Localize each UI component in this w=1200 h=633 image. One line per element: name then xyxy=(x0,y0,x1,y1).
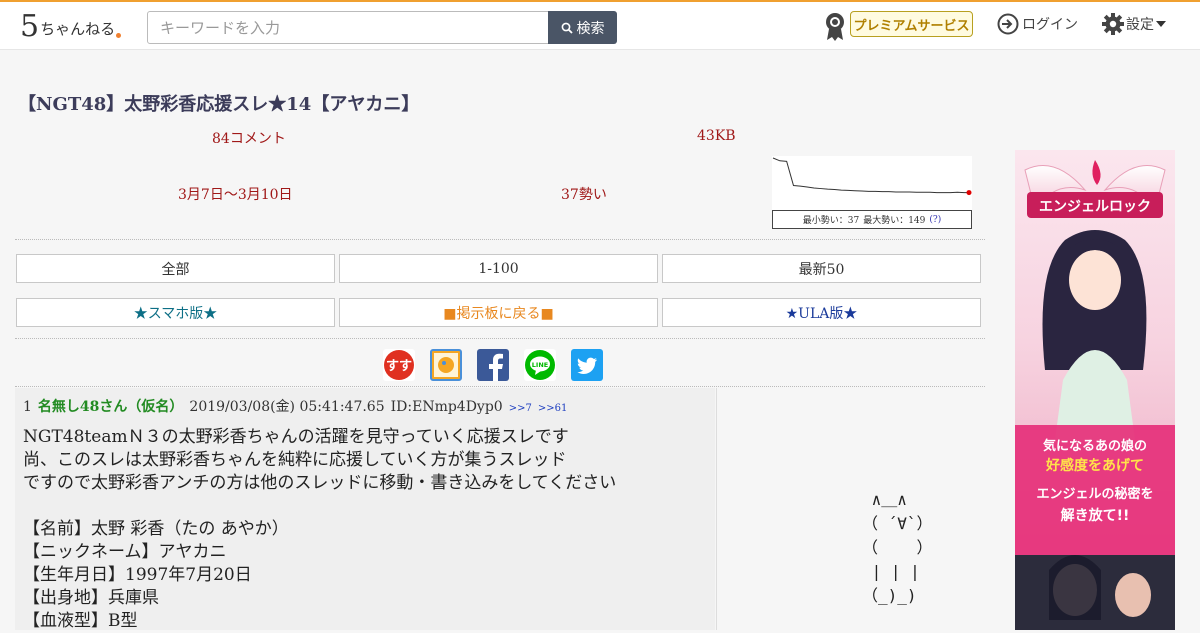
premium-badge-icon xyxy=(826,13,844,41)
post-id[interactable]: ID:ENmp4Dyp0 xyxy=(391,399,503,415)
ad-illustration: エンジェルロック 気になるあの娘の 好感度をあげて エンジェルの秘密を 解き放て… xyxy=(1015,160,1175,630)
ad-tagline-1: 気になるあの娘の xyxy=(1043,438,1147,454)
comment-count: 84コメント xyxy=(212,131,286,147)
momentum-max-label: 最大勢い：149 xyxy=(863,216,926,226)
post-body: NGT48teamＮ３の太野彩香ちゃんの活躍を見守っていく応援スレです 尚、この… xyxy=(23,427,617,631)
login-link[interactable]: ログイン xyxy=(997,11,1078,37)
site-header: 5 ちゃんねる 検索 プレミアムサービス ログイン 設定 xyxy=(0,2,1200,50)
facebook-icon xyxy=(489,353,503,381)
twitter-icon xyxy=(577,357,597,374)
ad-title: エンジェルロック xyxy=(1039,199,1151,215)
ad-tagline-2: 好感度をあげて xyxy=(1045,457,1144,474)
thread-date-range: 3月7日〜3月10日 xyxy=(178,187,293,203)
momentum-legend: 最小勢い：37 最大勢い：149 (?) xyxy=(772,210,972,229)
thread-title: 【NGT48】太野彩香応援スレ★14【アヤカニ】 xyxy=(18,94,420,115)
nav-all-button[interactable]: 全部 xyxy=(16,254,335,283)
gear-icon xyxy=(1102,13,1124,35)
search-button[interactable]: 検索 xyxy=(548,11,617,44)
post-1: 1 名無し48さん（仮名） 2019/03/08(金) 05:41:47.65 … xyxy=(15,388,715,631)
thread-size: 43KB xyxy=(697,128,736,144)
divider xyxy=(15,386,985,387)
nav-smartphone-button[interactable]: ★スマホ版★ xyxy=(16,298,335,327)
site-logo[interactable]: 5 ちゃんねる xyxy=(20,9,122,44)
ad-tagline-4: 解き放て!! xyxy=(1061,507,1130,524)
post-author: 名無し48さん（仮名） xyxy=(37,399,184,415)
line-share-button[interactable]: LINE xyxy=(524,349,556,381)
post-reply-ref-1[interactable]: >>7 xyxy=(509,403,532,414)
ascii-art: ∧＿∧ （ ´∀`） （ ） | | | （_)_) xyxy=(862,490,933,605)
premium-service-button[interactable]: プレミアムサービス xyxy=(850,11,973,37)
momentum-min-label: 最小勢い：37 xyxy=(802,216,860,226)
facebook-share-button[interactable] xyxy=(477,349,509,381)
momentum-help-link[interactable]: (?) xyxy=(929,215,941,225)
ad-banner[interactable]: エンジェルロック 気になるあの娘の 好感度をあげて エンジェルの秘密を 解き放て… xyxy=(1015,150,1175,630)
svg-text:LINE: LINE xyxy=(532,361,548,369)
logo-dot-icon xyxy=(116,33,122,38)
divider xyxy=(15,239,985,240)
search-button-label: 検索 xyxy=(576,20,605,37)
settings-label: 設定 xyxy=(1126,17,1154,33)
post-number[interactable]: 1 xyxy=(23,399,32,415)
logo-text: ちゃんねる xyxy=(40,20,116,38)
post-reply-ref-2[interactable]: >>61 xyxy=(538,403,567,414)
svg-text:すす: すす xyxy=(386,359,412,374)
nav-back-to-board-button[interactable]: ■掲示板に戻る■ xyxy=(339,298,658,327)
line-icon: LINE xyxy=(525,350,555,380)
nav-1-100-button[interactable]: 1-100 xyxy=(339,254,658,283)
search-input[interactable] xyxy=(147,11,549,44)
logo-five: 5 xyxy=(20,9,40,44)
thread-momentum: 37勢い xyxy=(561,187,607,203)
caret-down-icon xyxy=(1156,21,1166,27)
divider xyxy=(15,338,985,339)
ad-tagline-3: エンジェルの秘密を xyxy=(1036,486,1153,502)
login-label: ログイン xyxy=(1022,17,1078,33)
momentum-current-dot xyxy=(966,190,972,196)
settings-menu[interactable]: 設定 xyxy=(1102,11,1166,37)
bookmark-share-button[interactable] xyxy=(430,349,462,381)
search-icon xyxy=(561,22,573,34)
bookmark-icon xyxy=(434,353,458,377)
post-header: 1 名無し48さん（仮名） 2019/03/08(金) 05:41:47.65 … xyxy=(23,396,567,416)
sumaho-share-button[interactable]: すす xyxy=(383,349,415,381)
twitter-share-button[interactable] xyxy=(571,349,603,381)
post-date: 2019/03/08(金) 05:41:47.65 xyxy=(189,399,385,415)
login-icon xyxy=(997,13,1019,35)
nav-latest50-button[interactable]: 最新50 xyxy=(662,254,981,283)
sumaho-icon: すす xyxy=(384,350,414,380)
ascii-art-column xyxy=(716,388,986,630)
nav-ula-button[interactable]: ★ULA版★ xyxy=(662,298,981,327)
